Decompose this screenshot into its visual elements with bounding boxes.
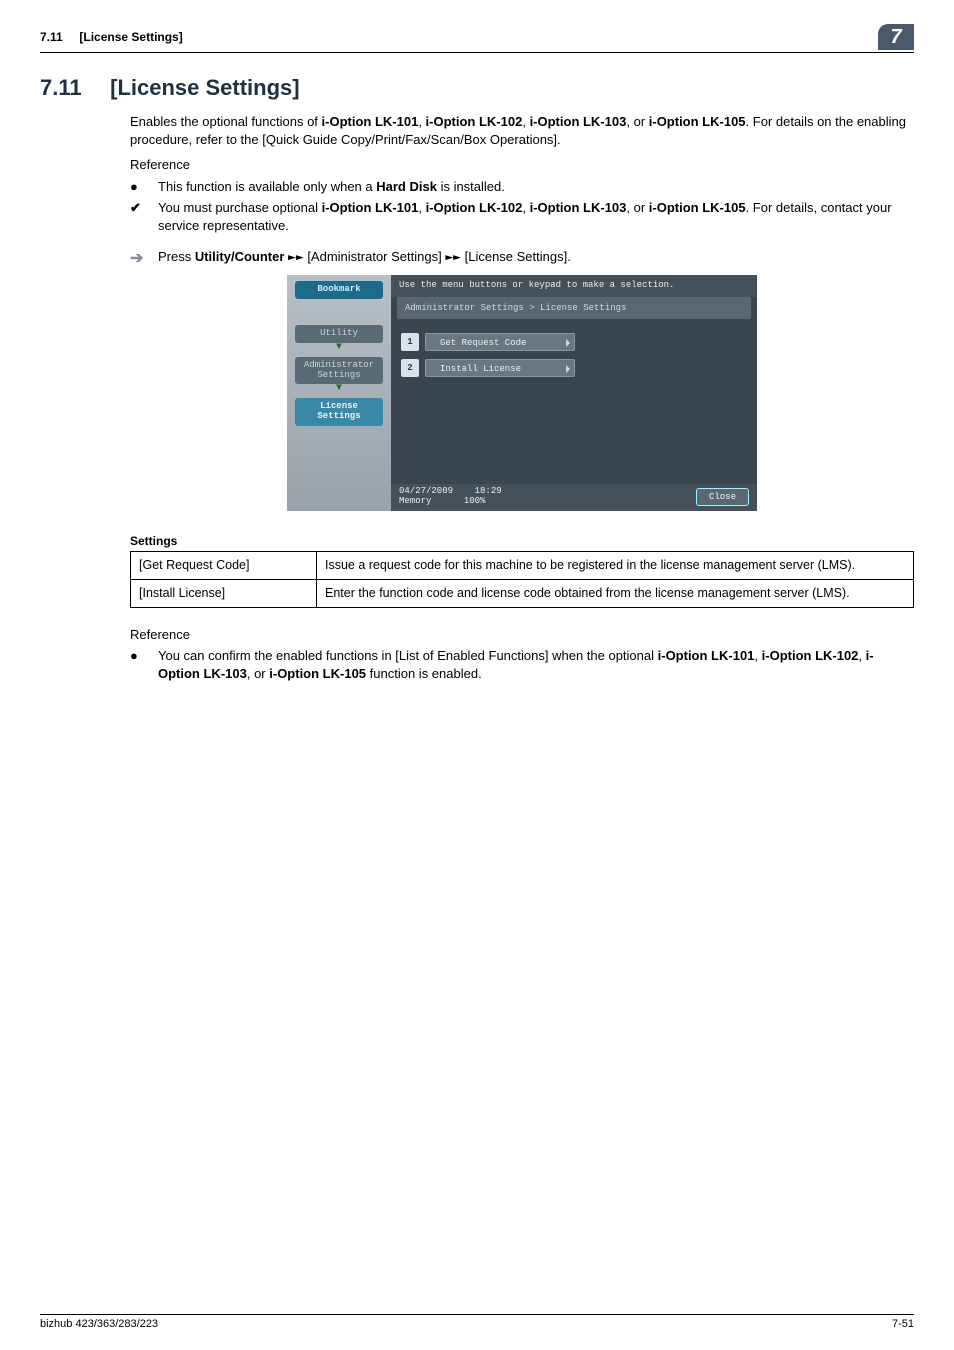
screenshot-sidebar: Bookmark Utility ▼ Administrator Setting… (287, 275, 391, 511)
menu-row: 2 Install License (401, 359, 757, 377)
menu-number: 1 (401, 333, 419, 351)
setting-key: [Get Request Code] (131, 552, 317, 580)
option-name: i-Option LK-103 (530, 114, 627, 129)
title-number: 7.11 (40, 75, 104, 101)
navigation-step: ➔ Press Utility/Counter ►► [Administrato… (130, 248, 914, 267)
model-name: bizhub 423/363/283/223 (40, 1318, 158, 1330)
arrow-down-icon: ▼ (336, 345, 342, 351)
utility-tab[interactable]: Utility (295, 325, 383, 343)
section-name: [License Settings] (79, 30, 182, 44)
admin-settings-tab[interactable]: Administrator Settings (295, 357, 383, 385)
install-license-button[interactable]: Install License (425, 359, 575, 377)
settings-table: [Get Request Code] Issue a request code … (130, 551, 914, 608)
instruction-text: Use the menu buttons or keypad to make a… (391, 275, 757, 297)
table-row: [Get Request Code] Issue a request code … (131, 552, 914, 580)
running-head: 7.11 [License Settings] (40, 30, 183, 44)
chapter-badge: 7 (878, 24, 914, 50)
option-name: i-Option LK-105 (649, 114, 746, 129)
status-info: 04/27/2009 18:29 Memory 100% (399, 487, 502, 507)
intro-text: Enables the optional functions of (130, 114, 322, 129)
breadcrumb-arrow-icon: ►► (288, 250, 304, 265)
settings-heading: Settings (130, 533, 914, 549)
license-settings-tab[interactable]: License Settings (295, 398, 383, 426)
page-number: 7-51 (892, 1318, 914, 1330)
breadcrumb-arrow-icon: ►► (445, 250, 461, 265)
option-name: i-Option LK-102 (426, 200, 523, 215)
section-ref: 7.11 (40, 30, 63, 44)
title-text: [License Settings] (110, 75, 299, 100)
page-title: 7.11 [License Settings] (40, 75, 914, 101)
option-name: i-Option LK-105 (649, 200, 746, 215)
option-name: i-Option LK-102 (426, 114, 523, 129)
setting-description: Enter the function code and license code… (317, 579, 914, 607)
screenshot-main: Use the menu buttons or keypad to make a… (391, 275, 757, 511)
list-item: ✔ You must purchase optional i-Option LK… (130, 199, 914, 234)
memory-value: 100% (464, 496, 486, 506)
get-request-code-button[interactable]: Get Request Code (425, 333, 575, 351)
device-screenshot: Bookmark Utility ▼ Administrator Setting… (287, 275, 757, 511)
setting-description: Issue a request code for this machine to… (317, 552, 914, 580)
reference-label: Reference (130, 626, 914, 644)
option-name: i-Option LK-105 (269, 666, 366, 681)
option-name: i-Option LK-103 (530, 200, 627, 215)
option-name: i-Option LK-101 (658, 648, 755, 663)
setting-key: [Install License] (131, 579, 317, 607)
bullet-dot-icon: ● (130, 647, 138, 665)
memory-label: Memory (399, 496, 431, 506)
table-row: [Install License] Enter the function cod… (131, 579, 914, 607)
utility-counter: Utility/Counter (195, 249, 285, 264)
status-bar: 04/27/2009 18:29 Memory 100% Close (391, 484, 757, 511)
close-button[interactable]: Close (696, 488, 749, 506)
list-item: ● This function is available only when a… (130, 178, 914, 196)
option-name: i-Option LK-101 (322, 200, 419, 215)
menu-row: 1 Get Request Code (401, 333, 757, 351)
bullet-dot-icon: ● (130, 178, 138, 196)
check-icon: ✔ (130, 199, 141, 217)
intro-paragraph: Enables the optional functions of i-Opti… (130, 113, 914, 682)
hard-disk: Hard Disk (376, 179, 437, 194)
option-name: i-Option LK-101 (322, 114, 419, 129)
reference-list: ● This function is available only when a… (130, 178, 914, 235)
status-time: 18:29 (475, 486, 502, 496)
option-name: i-Option LK-102 (762, 648, 859, 663)
page-footer: bizhub 423/363/283/223 7-51 (40, 1314, 914, 1330)
arrow-down-icon: ▼ (336, 386, 342, 392)
reference-label: Reference (130, 156, 914, 174)
bookmark-tab[interactable]: Bookmark (295, 281, 383, 299)
list-item: ● You can confirm the enabled functions … (130, 647, 914, 682)
status-date: 04/27/2009 (399, 486, 453, 496)
menu-number: 2 (401, 359, 419, 377)
breadcrumb: Administrator Settings > License Setting… (397, 297, 751, 319)
page-header: 7.11 [License Settings] 7 (40, 24, 914, 53)
arrow-right-icon: ➔ (130, 248, 143, 270)
reference-list-2: ● You can confirm the enabled functions … (130, 647, 914, 682)
